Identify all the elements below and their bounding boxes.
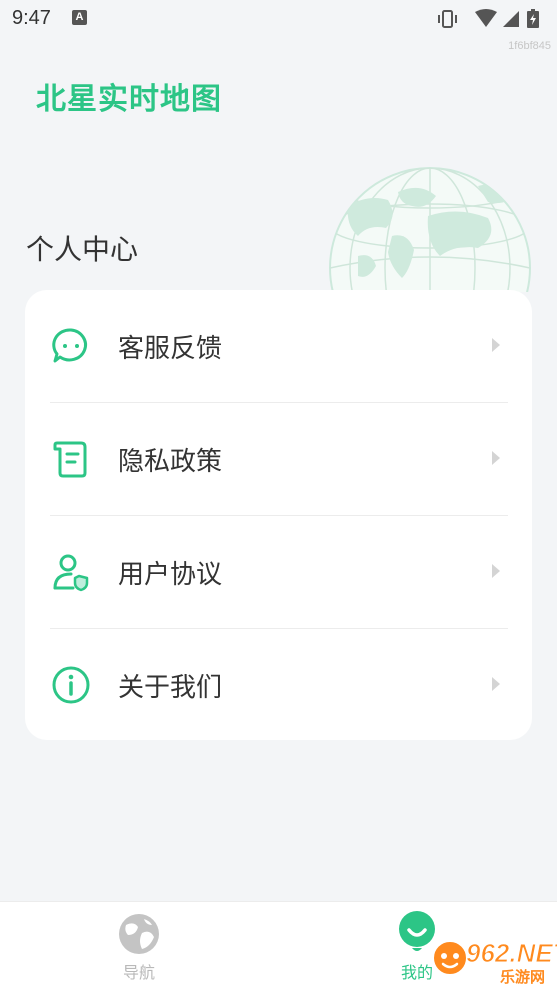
status-icons [438, 9, 539, 28]
signal-icon [503, 11, 519, 27]
chevron-right-icon [492, 677, 500, 691]
chevron-right-icon [492, 564, 500, 578]
battery-charging-icon [527, 9, 539, 28]
menu-item-label: 用户协议 [118, 560, 223, 590]
status-bar: 9:47 A [0, 0, 557, 38]
chat-bubble-icon [52, 328, 87, 363]
scroll-document-icon [53, 441, 87, 478]
menu-item-privacy[interactable]: 隐私政策 [25, 403, 532, 515]
globe-icon [119, 914, 159, 954]
version-code: 1f6bf845 [508, 40, 551, 52]
menu-item-label: 客服反馈 [118, 334, 223, 364]
globe-illustration [329, 167, 531, 292]
menu-item-label: 关于我们 [118, 673, 223, 703]
info-icon [52, 666, 90, 704]
chevron-right-icon [492, 338, 500, 352]
status-time: 9:47 [12, 7, 51, 29]
menu-item-user-agreement[interactable]: 用户协议 [25, 516, 532, 628]
wifi-icon [475, 9, 497, 27]
user-shield-icon [53, 554, 89, 592]
watermark-mascot-icon [432, 940, 468, 976]
notification-icon: A [72, 10, 87, 25]
tab-navigation[interactable]: 导航 [79, 902, 199, 990]
menu-card: 客服反馈 隐私政策 用户协议 关于我们 [25, 290, 532, 740]
site-watermark: 962.NET 乐游网 [430, 936, 557, 986]
watermark-sub: 乐游网 [500, 968, 546, 986]
vibrate-icon [438, 10, 457, 28]
menu-item-label: 隐私政策 [118, 447, 223, 477]
chevron-right-icon [492, 451, 500, 465]
watermark-brand: 962.NET [466, 938, 557, 969]
menu-item-feedback[interactable]: 客服反馈 [25, 290, 532, 402]
app-title-logo: 北星实时地图 [36, 82, 222, 117]
tab-label: 导航 [122, 963, 155, 982]
page-title: 个人中心 [26, 233, 139, 266]
menu-item-about[interactable]: 关于我们 [25, 629, 532, 741]
